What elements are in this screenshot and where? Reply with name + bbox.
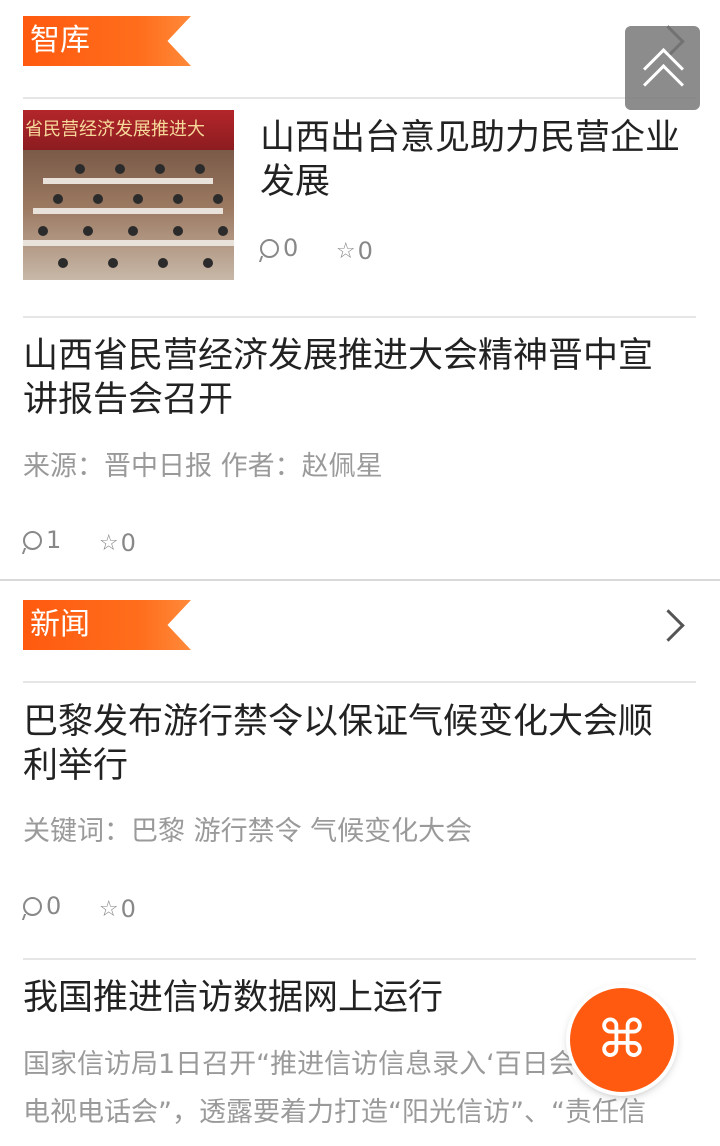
comment-bubble-icon xyxy=(260,238,279,258)
chevron-right-icon[interactable] xyxy=(652,609,685,642)
article-stats: 0 ☆ 0 xyxy=(260,234,403,265)
command-icon: ⌘ xyxy=(596,1010,648,1070)
divider xyxy=(23,681,696,683)
article-thumbnail[interactable]: 省民营经济发展推进大 xyxy=(23,110,234,280)
article-keywords: 关键词：巴黎 游行禁令 气候变化大会 xyxy=(23,816,473,847)
star-outline-icon: ☆ xyxy=(335,238,356,264)
divider xyxy=(23,958,696,960)
article-title[interactable]: 山西省民营经济发展推进大会精神晋中宣讲报告会召开 xyxy=(23,334,683,422)
comment-count-value: 0 xyxy=(46,892,62,920)
section-header-news: 新闻 xyxy=(0,600,720,680)
article-stats: 1 ☆ 0 xyxy=(23,526,166,557)
star-outline-icon: ☆ xyxy=(98,896,119,922)
thumbnail-banner: 省民营经济发展推进大 xyxy=(23,110,234,150)
article-summary-line: 电视电话会”，透露要着力打造“阳光信访”、“责任信 xyxy=(23,1097,646,1128)
favorite-count-value: 0 xyxy=(120,895,136,923)
back-to-top-button[interactable] xyxy=(625,26,700,110)
comment-count-value: 0 xyxy=(283,234,299,262)
article-title[interactable]: 山西出台意见助力民营企业发展 xyxy=(260,116,680,204)
thumbnail-scene xyxy=(23,150,234,280)
article-source: 来源：晋中日报 作者：赵佩星 xyxy=(23,451,383,482)
article-stats: 0 ☆ 0 xyxy=(23,892,166,923)
comment-count-value: 1 xyxy=(46,526,62,554)
star-outline-icon: ☆ xyxy=(98,530,119,556)
section-header-zhiku: 智库 xyxy=(0,16,720,96)
comment-count[interactable]: 1 xyxy=(23,526,61,554)
favorite-count-value: 0 xyxy=(357,237,373,265)
comment-bubble-icon xyxy=(23,896,42,916)
floating-menu-button[interactable]: ⌘ xyxy=(570,988,674,1092)
favorite-count[interactable]: ☆ 0 xyxy=(99,895,136,923)
section-divider xyxy=(0,579,720,581)
comment-count[interactable]: 0 xyxy=(23,892,61,920)
divider xyxy=(23,316,696,318)
divider xyxy=(23,97,696,99)
article-title[interactable]: 巴黎发布游行禁令以保证气候变化大会顺利举行 xyxy=(23,700,683,788)
comment-count[interactable]: 0 xyxy=(260,234,298,262)
section-label: 智库 xyxy=(30,23,90,58)
favorite-count[interactable]: ☆ 0 xyxy=(99,529,136,557)
favorite-count[interactable]: ☆ 0 xyxy=(336,237,373,265)
favorite-count-value: 0 xyxy=(120,529,136,557)
comment-bubble-icon xyxy=(23,530,42,550)
section-label: 新闻 xyxy=(30,607,90,642)
